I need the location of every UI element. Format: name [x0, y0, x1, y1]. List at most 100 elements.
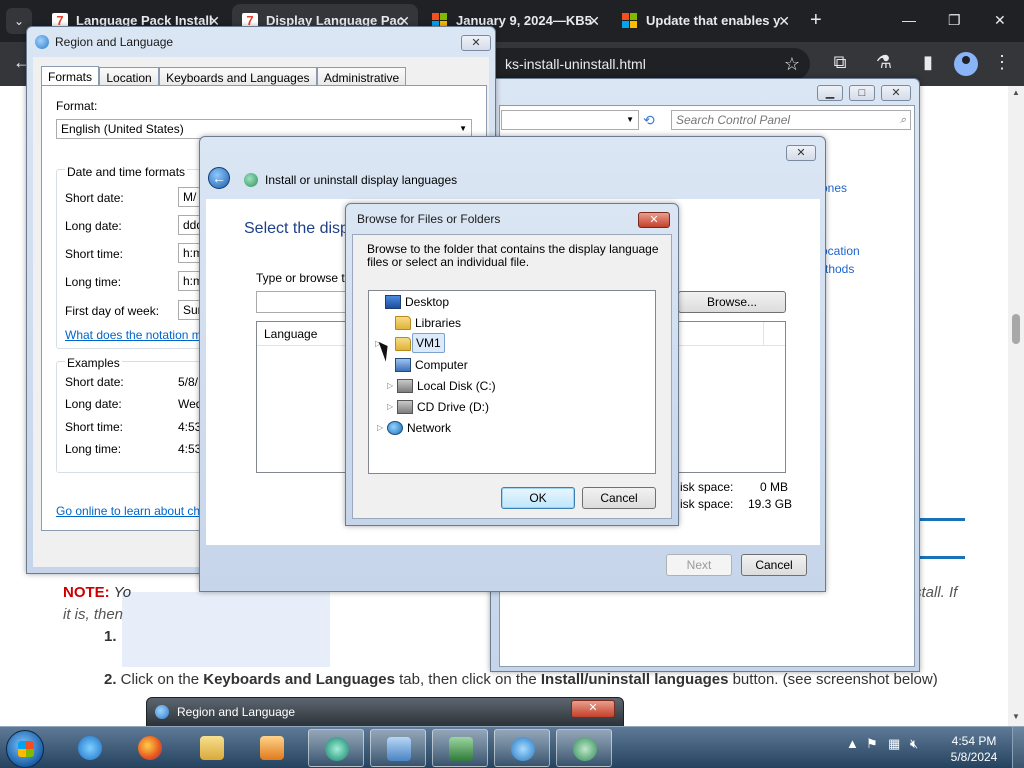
region-language-window-small: Region and Language ✕ [146, 697, 624, 727]
close-icon[interactable]: ✕ [994, 6, 1006, 34]
search-placeholder: Search Control Panel [676, 113, 791, 127]
tab-location[interactable]: Location [99, 67, 159, 87]
scrollbar-thumb[interactable] [1012, 314, 1020, 344]
url-text: ks-install-uninstall.html [505, 56, 646, 72]
page-scrollbar[interactable]: ▲ ▼ [1008, 86, 1024, 726]
refresh-icon[interactable]: ⟲ [643, 112, 655, 129]
taskbar-control-panel[interactable] [370, 729, 426, 767]
restore-icon[interactable]: ❐ [948, 6, 961, 34]
microsoft-icon [622, 13, 638, 29]
tab-close-icon[interactable]: ✕ [588, 4, 600, 38]
chevron-down-icon: ▼ [626, 115, 634, 124]
note-label: NOTE: [63, 584, 110, 601]
firefox-icon [138, 736, 162, 760]
taskbar-app-teal[interactable] [308, 729, 364, 767]
expand-arrow-icon[interactable]: ▷ [387, 376, 393, 396]
close-icon[interactable]: ✕ [461, 35, 491, 51]
language-column-header[interactable]: Language [264, 327, 317, 341]
scroll-up-icon[interactable]: ▲ [1012, 88, 1020, 97]
more-menu-icon[interactable]: ⋮ [990, 52, 1014, 73]
wizard-heading: Select the disp [244, 220, 349, 237]
learn-online-link[interactable]: Go online to learn about ch [56, 504, 200, 518]
control-panel-link[interactable]: thods [825, 262, 854, 276]
available-disk-label: isk space: [680, 497, 734, 511]
dialog-description: Browse to the folder that contains the d… [367, 242, 659, 269]
close-icon[interactable]: ✕ [881, 85, 911, 101]
close-icon[interactable]: ✕ [786, 145, 816, 161]
clock[interactable]: 4:54 PM 5/8/2024 [944, 733, 1004, 765]
short-date-label: Short date: [65, 191, 124, 205]
note-text: Yo [109, 584, 132, 601]
example-short-date-label: Short date: [65, 375, 124, 389]
article-note-continued: stall. If [914, 584, 958, 601]
browse-button[interactable]: Browse... [678, 291, 786, 313]
window-title: Region and Language [177, 705, 296, 719]
long-time-label: Long time: [65, 275, 122, 289]
control-panel-icon [387, 737, 411, 761]
tree-node-label: Desktop [405, 295, 450, 309]
taskbar-internet-explorer[interactable] [62, 729, 118, 767]
available-disk-value: 19.3 GB [748, 497, 793, 511]
tab-keyboards-languages[interactable]: Keyboards and Languages [159, 67, 317, 87]
scroll-down-icon[interactable]: ▼ [1012, 712, 1020, 721]
profile-avatar-icon[interactable] [954, 52, 978, 76]
close-icon[interactable]: ✕ [638, 212, 670, 228]
taskbar-media-player[interactable] [244, 729, 300, 767]
article-note-line2: it is, then [63, 606, 124, 623]
flag-icon[interactable]: ⚑ [866, 736, 878, 752]
language-globe-icon [244, 173, 258, 187]
search-control-panel-input[interactable]: Search Control Panel ⌕ [671, 110, 911, 130]
show-desktop-button[interactable] [1012, 727, 1024, 768]
control-panel-link[interactable]: ocation [821, 244, 860, 258]
address-dropdown[interactable]: ▼ [501, 110, 639, 130]
start-button[interactable] [6, 730, 44, 768]
taskbar-region-language[interactable] [494, 729, 550, 767]
network-icon [387, 421, 403, 435]
bookmark-star-icon[interactable]: ☆ [784, 48, 800, 80]
minimize-icon[interactable]: — [902, 6, 916, 34]
taskbar-firefox[interactable] [122, 729, 178, 767]
extensions-icon[interactable]: ⧉ [828, 52, 852, 73]
short-time-label: Short time: [65, 247, 124, 261]
taskbar-install-languages[interactable] [556, 729, 612, 767]
notation-help-link[interactable]: What does the notation m [65, 328, 202, 342]
tray-chevron-icon[interactable]: ▲ [846, 736, 859, 751]
next-button[interactable]: Next [666, 554, 732, 576]
globe-icon [35, 35, 49, 49]
tree-node-label: Libraries [415, 316, 462, 330]
expand-arrow-icon[interactable]: ▷ [377, 418, 383, 438]
tree-node-label: VM1 [412, 333, 445, 353]
tab-title: Update that enables y [646, 13, 781, 28]
back-arrow-icon[interactable]: ← [208, 167, 230, 189]
ok-button[interactable]: OK [501, 487, 575, 509]
taskbar-computer[interactable] [432, 729, 488, 767]
tab-close-icon[interactable]: ✕ [778, 4, 790, 38]
example-long-date-label: Long date: [65, 397, 122, 411]
internet-explorer-icon [78, 736, 102, 760]
expand-arrow-icon[interactable]: ▷ [387, 397, 393, 417]
taskbar-explorer[interactable] [184, 729, 240, 767]
network-icon[interactable]: ▦ [888, 736, 900, 752]
side-panel-icon[interactable]: ▮ [916, 52, 940, 73]
tab-administrative[interactable]: Administrative [316, 67, 407, 87]
example-short-time-value: 4:53 [178, 420, 202, 434]
cancel-button[interactable]: Cancel [741, 554, 807, 576]
computer-icon [395, 358, 411, 372]
close-icon[interactable]: ✕ [571, 700, 615, 718]
tree-node-label: Computer [415, 358, 468, 372]
cancel-button[interactable]: Cancel [582, 487, 656, 509]
new-tab-button[interactable]: + [810, 8, 822, 32]
browse-dialog: Browse for Files or Folders ✕ Browse to … [345, 203, 679, 526]
globe-icon [511, 737, 535, 761]
article-step-1: 1. [104, 628, 117, 645]
browser-tab-4[interactable]: Update that enables y ✕ [612, 4, 798, 38]
format-value: English (United States) [61, 122, 184, 136]
maximize-icon[interactable]: □ [849, 85, 875, 101]
computer-icon [449, 737, 473, 761]
labs-flask-icon[interactable]: ⚗ [872, 52, 896, 73]
folder-tree[interactable]: Desktop Libraries ▷ VM1 Computer ▷ Local… [368, 290, 656, 474]
volume-muted-icon[interactable]: 🔇︎ [910, 736, 918, 752]
required-disk-value: 0 MB [760, 480, 789, 494]
required-disk-label: isk space: [680, 480, 734, 494]
minimize-icon[interactable]: ▁ [817, 85, 843, 101]
